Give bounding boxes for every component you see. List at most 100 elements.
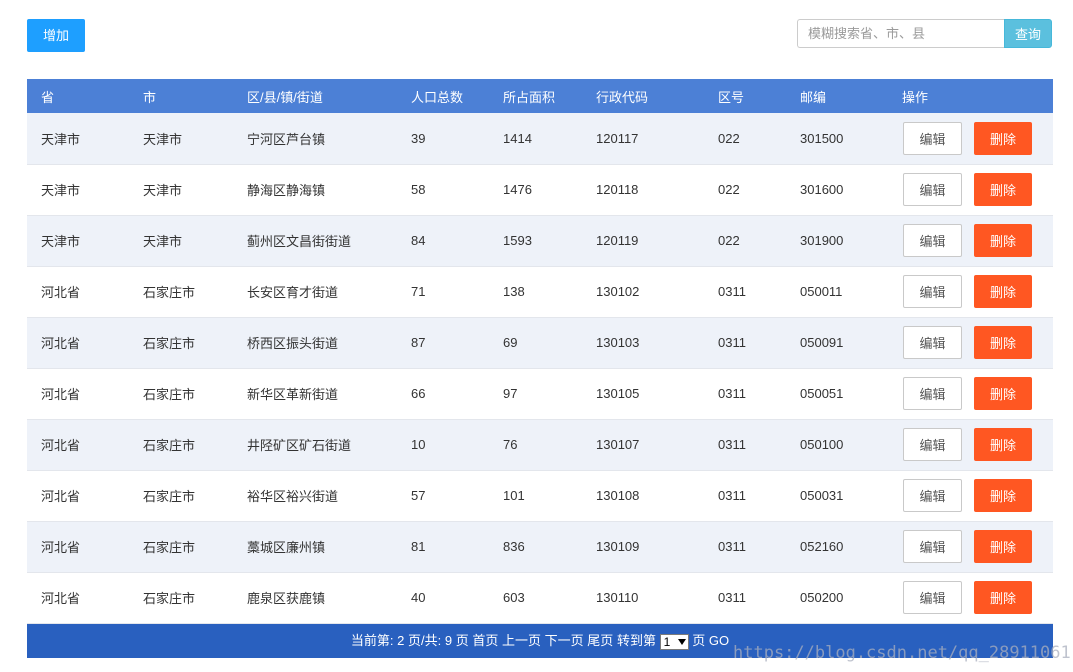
area-cell: 836 [489, 521, 582, 573]
population-cell: 40 [397, 572, 489, 624]
region-table: 省 市 区/县/镇/街道 人口总数 所占面积 行政代码 区号 邮编 操作 天津市… [27, 79, 1053, 624]
district-cell: 静海区静海镇 [233, 164, 397, 216]
district-cell: 桥西区振头街道 [233, 317, 397, 369]
admin-code-cell: 130102 [582, 266, 704, 318]
go-button[interactable]: GO [709, 633, 729, 648]
population-cell: 57 [397, 470, 489, 522]
area-code-cell: 0311 [704, 368, 786, 420]
actions-cell: 编辑 删除 [888, 470, 1053, 522]
table-row: 河北省 石家庄市 桥西区振头街道 87 69 130103 0311 05009… [27, 317, 1053, 369]
delete-button[interactable]: 删除 [974, 224, 1032, 257]
current-page-label: 当前第: [350, 633, 394, 648]
area-code-cell: 0311 [704, 470, 786, 522]
province-cell: 河北省 [27, 572, 129, 624]
population-cell: 66 [397, 368, 489, 420]
city-cell: 石家庄市 [129, 266, 233, 318]
city-cell: 天津市 [129, 113, 233, 165]
district-cell: 井陉矿区矿石街道 [233, 419, 397, 471]
area-cell: 97 [489, 368, 582, 420]
goto-page-unit: 页 [692, 633, 706, 648]
total-pages-unit: 页 [455, 633, 469, 648]
delete-button[interactable]: 删除 [974, 479, 1032, 512]
current-page-number: 2 [397, 633, 405, 648]
table-row: 河北省 石家庄市 藁城区廉州镇 81 836 130109 0311 05216… [27, 521, 1053, 573]
area-cell: 1476 [489, 164, 582, 216]
province-cell: 天津市 [27, 164, 129, 216]
edit-button[interactable]: 编辑 [903, 428, 962, 461]
actions-cell: 编辑 删除 [888, 215, 1053, 267]
edit-button[interactable]: 编辑 [903, 581, 962, 614]
edit-button[interactable]: 编辑 [903, 173, 962, 206]
postcode-cell: 052160 [786, 521, 888, 573]
city-cell: 石家庄市 [129, 419, 233, 471]
edit-button[interactable]: 编辑 [903, 224, 962, 257]
delete-button[interactable]: 删除 [974, 173, 1032, 206]
area-code-cell: 0311 [704, 419, 786, 471]
goto-page-select[interactable]: 1 [659, 633, 689, 650]
table-row: 河北省 石家庄市 鹿泉区获鹿镇 40 603 130110 0311 05020… [27, 572, 1053, 624]
dropdown-arrow-icon [677, 638, 686, 645]
area-code-cell: 0311 [704, 572, 786, 624]
area-code-cell: 022 [704, 113, 786, 165]
header-area-code: 区号 [704, 79, 786, 113]
delete-button[interactable]: 删除 [974, 326, 1032, 359]
first-page-link[interactable]: 首页 [472, 633, 498, 648]
city-cell: 石家庄市 [129, 521, 233, 573]
city-cell: 石家庄市 [129, 368, 233, 420]
prev-page-link[interactable]: 上一页 [502, 633, 541, 648]
header-population: 人口总数 [397, 79, 489, 113]
admin-code-cell: 120117 [582, 113, 704, 165]
edit-button[interactable]: 编辑 [903, 479, 962, 512]
area-code-cell: 022 [704, 215, 786, 267]
district-cell: 藁城区廉州镇 [233, 521, 397, 573]
search-input[interactable] [797, 19, 1004, 48]
city-cell: 石家庄市 [129, 317, 233, 369]
delete-button[interactable]: 删除 [974, 428, 1032, 461]
header-province: 省 [27, 79, 129, 113]
actions-cell: 编辑 删除 [888, 266, 1053, 318]
population-cell: 58 [397, 164, 489, 216]
table-row: 天津市 天津市 静海区静海镇 58 1476 120118 022 301600… [27, 164, 1053, 216]
edit-button[interactable]: 编辑 [903, 275, 962, 308]
search-button[interactable]: 查询 [1004, 19, 1052, 48]
postcode-cell: 301500 [786, 113, 888, 165]
area-cell: 69 [489, 317, 582, 369]
total-pages-number: 9 [444, 633, 453, 648]
district-cell: 蓟州区文昌街街道 [233, 215, 397, 267]
province-cell: 天津市 [27, 113, 129, 165]
province-cell: 河北省 [27, 266, 129, 318]
actions-cell: 编辑 删除 [888, 419, 1053, 471]
table-row: 天津市 天津市 蓟州区文昌街街道 84 1593 120119 022 3019… [27, 215, 1053, 267]
add-button[interactable]: 增加 [27, 19, 85, 52]
delete-button[interactable]: 删除 [974, 530, 1032, 563]
postcode-cell: 050100 [786, 419, 888, 471]
city-cell: 天津市 [129, 164, 233, 216]
edit-button[interactable]: 编辑 [903, 377, 962, 410]
postcode-cell: 050011 [786, 266, 888, 318]
postcode-cell: 301900 [786, 215, 888, 267]
area-cell: 603 [489, 572, 582, 624]
edit-button[interactable]: 编辑 [903, 121, 962, 155]
header-district: 区/县/镇/街道 [233, 79, 397, 113]
admin-code-cell: 130109 [582, 521, 704, 573]
delete-button[interactable]: 删除 [974, 377, 1032, 410]
edit-button[interactable]: 编辑 [903, 530, 962, 563]
population-cell: 87 [397, 317, 489, 369]
page: 增加 查询 省 市 区/县/镇/街道 人口总数 所占面积 行政代码 区号 邮编 … [0, 0, 1073, 672]
area-cell: 1414 [489, 113, 582, 165]
district-cell: 宁河区芦台镇 [233, 113, 397, 165]
table-header-row: 省 市 区/县/镇/街道 人口总数 所占面积 行政代码 区号 邮编 操作 [27, 79, 1053, 113]
area-cell: 76 [489, 419, 582, 471]
admin-code-cell: 130107 [582, 419, 704, 471]
delete-button[interactable]: 删除 [974, 121, 1032, 155]
delete-button[interactable]: 删除 [974, 275, 1032, 308]
edit-button[interactable]: 编辑 [903, 326, 962, 359]
delete-button[interactable]: 删除 [974, 581, 1032, 614]
next-page-link[interactable]: 下一页 [545, 633, 584, 648]
actions-cell: 编辑 删除 [888, 368, 1053, 420]
header-city: 市 [129, 79, 233, 113]
postcode-cell: 050051 [786, 368, 888, 420]
pagination-bar: 当前第: 2 页/共: 9 页 首页 上一页 下一页 尾页 转到第 1 页 GO [27, 624, 1053, 658]
last-page-link[interactable]: 尾页 [587, 633, 613, 648]
actions-cell: 编辑 删除 [888, 521, 1053, 573]
